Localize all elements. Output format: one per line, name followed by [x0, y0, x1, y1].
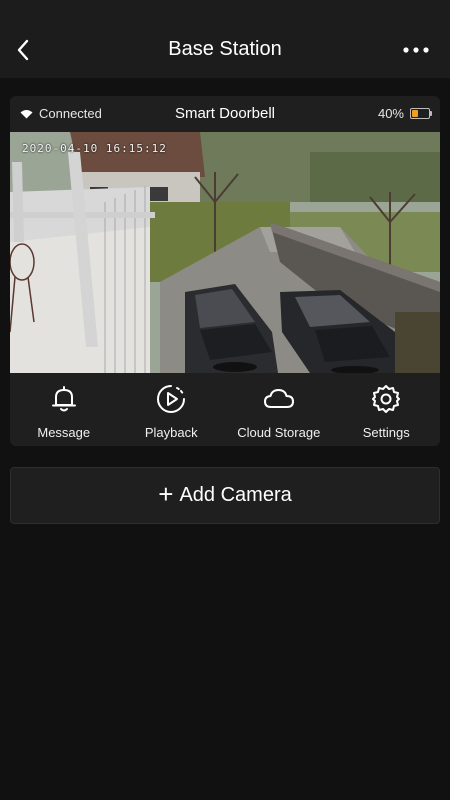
battery-icon: [410, 108, 432, 119]
plus-icon: +: [158, 479, 174, 509]
camera-actions-bar: Message Playback Cloud Storage Settings: [10, 373, 440, 446]
more-options-button[interactable]: [400, 38, 432, 62]
cloud-storage-button[interactable]: Cloud Storage: [225, 373, 333, 446]
settings-label: Settings: [362, 425, 410, 440]
page-title: Base Station: [168, 38, 282, 60]
playback-button[interactable]: Playback: [118, 373, 226, 446]
gear-icon: [372, 385, 401, 413]
battery-percentage: 40%: [377, 106, 404, 121]
playback-icon: [157, 385, 186, 413]
camera-card: Connected Smart Doorbell 40% 2020-04-10 …: [10, 96, 440, 446]
settings-button[interactable]: Settings: [333, 373, 441, 446]
battery-status: 40%: [377, 106, 432, 121]
live-video-preview[interactable]: 2020-04-10 16:15:12: [10, 132, 440, 373]
battery-level-fill: [412, 110, 418, 117]
top-navigation-bar: Base Station: [0, 0, 450, 78]
cloud-icon: [263, 389, 294, 408]
camera-card-header: Connected Smart Doorbell 40%: [10, 96, 440, 132]
add-camera-button[interactable]: + Add Camera: [10, 467, 440, 524]
message-button[interactable]: Message: [10, 373, 118, 446]
more-dots-icon: [403, 47, 429, 53]
message-label: Message: [37, 425, 91, 440]
cloud-storage-label: Cloud Storage: [237, 425, 321, 440]
video-timestamp: 2020-04-10 16:15:12: [22, 142, 167, 155]
camera-snapshot-image: [10, 132, 440, 373]
camera-name: Smart Doorbell: [174, 105, 276, 122]
playback-label: Playback: [144, 425, 198, 440]
add-camera-label: Add Camera: [179, 484, 292, 506]
bell-icon: [51, 386, 76, 412]
